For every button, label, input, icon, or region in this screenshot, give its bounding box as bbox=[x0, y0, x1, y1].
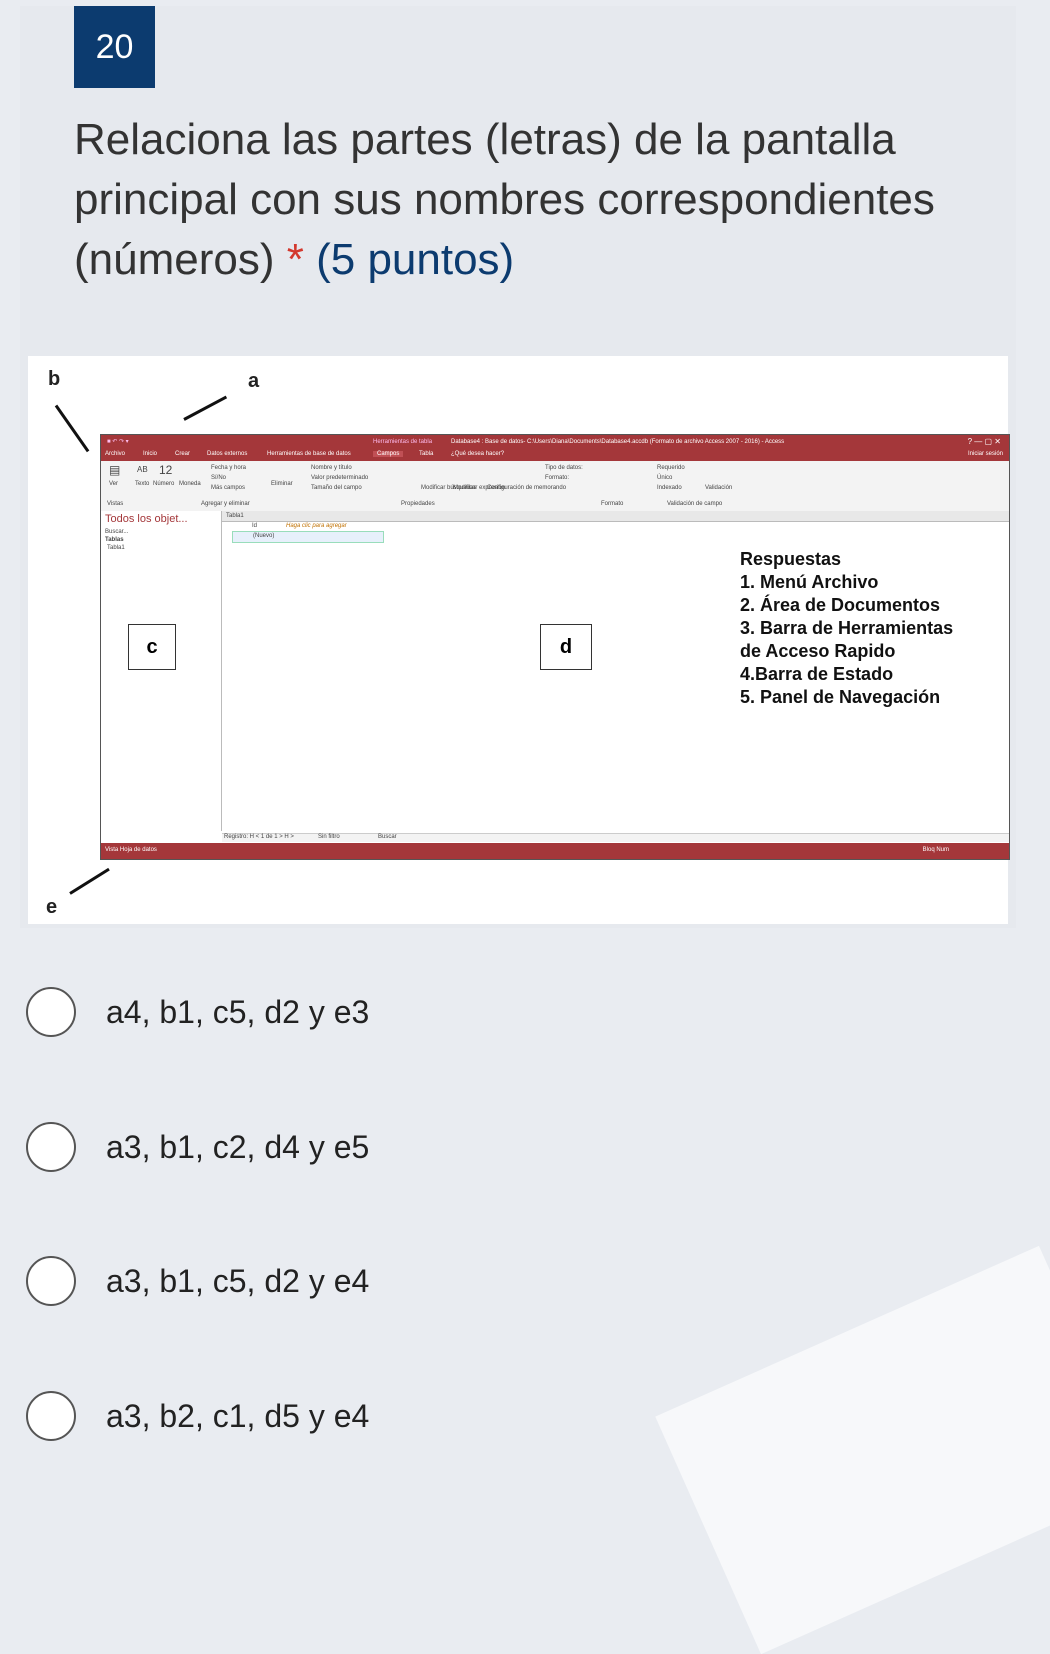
required-mark: * bbox=[286, 235, 304, 284]
radio-button[interactable] bbox=[26, 1122, 76, 1172]
delete-button[interactable]: Eliminar bbox=[271, 481, 293, 487]
date-button[interactable]: Fecha y hora bbox=[211, 465, 246, 471]
nav-section[interactable]: Tablas bbox=[105, 537, 124, 543]
tab-datos-externos[interactable]: Datos externos bbox=[207, 451, 247, 457]
ribbon: ▤ AB 12 Ver Texto Número Moneda Fecha y … bbox=[101, 461, 1009, 512]
more-fields-button[interactable]: Más campos bbox=[211, 485, 245, 491]
data-type-label: Tipo de datos: bbox=[545, 465, 583, 471]
tab-archivo[interactable]: Archivo bbox=[105, 451, 125, 457]
answer-4: 4.Barra de Estado bbox=[740, 664, 894, 684]
ribbon-tabs: Archivo Inicio Crear Datos externos Herr… bbox=[101, 449, 1009, 461]
option-label[interactable]: a3, b2, c1, d5 y e4 bbox=[106, 1398, 369, 1435]
answer-3: 3. Barra de Herramientas bbox=[740, 618, 954, 638]
number-field-button[interactable]: 12 bbox=[159, 463, 172, 477]
tab-crear[interactable]: Crear bbox=[175, 451, 190, 457]
view-icon: ▤ bbox=[109, 463, 121, 477]
question-number: 20 bbox=[74, 6, 155, 88]
tab-tabla[interactable]: Tabla bbox=[419, 451, 433, 457]
points-label: (5 puntos) bbox=[316, 235, 515, 284]
memo-settings-button[interactable]: Configuración de memorando bbox=[487, 485, 566, 491]
status-left: Vista Hoja de datos bbox=[105, 847, 157, 853]
text-button[interactable]: Texto bbox=[135, 481, 149, 487]
view-button[interactable]: Ver bbox=[109, 481, 118, 487]
tab-campos[interactable]: Campos bbox=[373, 451, 404, 457]
radio-button[interactable] bbox=[26, 1391, 76, 1441]
question-title: Relaciona las partes (letras) de la pant… bbox=[74, 110, 974, 290]
option-label[interactable]: a3, b1, c2, d4 y e5 bbox=[106, 1129, 369, 1166]
label-a: a bbox=[248, 370, 260, 392]
radio-button[interactable] bbox=[26, 987, 76, 1037]
tools-label: Herramientas de tabla bbox=[373, 439, 433, 445]
label-e: e bbox=[46, 896, 58, 918]
answers-title: Respuestas bbox=[740, 549, 842, 569]
window-controls[interactable]: ? — ▢ ✕ bbox=[968, 437, 1001, 446]
answer-1: 1. Menú Archivo bbox=[740, 572, 879, 592]
signin-link[interactable]: Iniciar sesión bbox=[968, 451, 1003, 457]
label-c: c bbox=[128, 624, 176, 670]
title-bar: ■ ↶ ↷ ▾ Herramientas de tabla Database4 … bbox=[101, 435, 1009, 449]
status-right: Bloq Num bbox=[922, 847, 949, 853]
navigation-pane: Todos los objet... Buscar... Tablas Tabl… bbox=[101, 511, 222, 831]
status-bar: Vista Hoja de datos Bloq Num bbox=[101, 843, 1009, 859]
label-d: d bbox=[540, 624, 592, 670]
search-box[interactable]: Buscar bbox=[378, 834, 397, 840]
radio-button[interactable] bbox=[26, 1256, 76, 1306]
currency-button[interactable]: Moneda bbox=[179, 481, 201, 487]
validation-button[interactable]: Validación bbox=[705, 485, 732, 491]
answers-list: Respuestas 1. Menú Archivo 2. Área de Do… bbox=[740, 548, 953, 709]
nav-title[interactable]: Todos los objet... bbox=[105, 513, 188, 525]
option-label[interactable]: a3, b1, c5, d2 y e4 bbox=[106, 1263, 369, 1300]
tab-herramientas-bd[interactable]: Herramientas de base de datos bbox=[267, 451, 351, 457]
column-id[interactable]: Id bbox=[252, 523, 257, 529]
quick-access-toolbar: ■ ↶ ↷ ▾ bbox=[107, 439, 129, 445]
default-value-button[interactable]: Valor predeterminado bbox=[311, 475, 368, 481]
option-4[interactable]: a3, b2, c1, d5 y e4 bbox=[26, 1389, 369, 1443]
answer-2: 2. Área de Documentos bbox=[740, 595, 941, 615]
number-button[interactable]: Número bbox=[153, 481, 174, 487]
answer-5: 5. Panel de Navegación bbox=[740, 687, 941, 707]
group-properties: Propiedades bbox=[401, 501, 435, 507]
format-label: Formato: bbox=[545, 475, 570, 481]
name-caption-button[interactable]: Nombre y título bbox=[311, 465, 352, 471]
nav-item-tabla1[interactable]: Tabla1 bbox=[107, 545, 125, 551]
record-nav-label[interactable]: Registro: H < 1 de 1 > H > bbox=[224, 834, 294, 840]
window-title: Database4 : Base de datos- C:\Users\Dian… bbox=[451, 439, 785, 445]
background-decoration bbox=[655, 1245, 1050, 1654]
doc-tabstrip: Tabla1 bbox=[222, 511, 1009, 522]
tab-inicio[interactable]: Inicio bbox=[143, 451, 157, 457]
nav-search[interactable]: Buscar... bbox=[105, 529, 128, 535]
table-row[interactable]: (Nuevo) bbox=[232, 531, 384, 543]
option-2[interactable]: a3, b1, c2, d4 y e5 bbox=[26, 1120, 369, 1174]
doc-tab-tabla1[interactable]: Tabla1 bbox=[226, 513, 244, 519]
required-checkbox[interactable]: Requerido bbox=[657, 465, 685, 471]
yesno-button[interactable]: Sí/No bbox=[211, 475, 226, 481]
group-add-delete: Agregar y eliminar bbox=[201, 501, 250, 507]
group-format: Formato bbox=[601, 501, 624, 507]
group-views: Vistas bbox=[107, 501, 124, 507]
column-add[interactable]: Haga clic para agregar bbox=[286, 523, 347, 529]
tell-me-input[interactable]: ¿Qué desea hacer? bbox=[451, 451, 504, 457]
label-b: b bbox=[48, 368, 61, 390]
option-3[interactable]: a3, b1, c5, d2 y e4 bbox=[26, 1254, 369, 1308]
field-size-button[interactable]: Tamaño del campo bbox=[311, 485, 362, 491]
option-1[interactable]: a4, b1, c5, d2 y e3 bbox=[26, 985, 369, 1039]
text-field-button[interactable]: AB bbox=[137, 465, 148, 474]
indexed-checkbox[interactable]: Indexado bbox=[657, 485, 682, 491]
filter-label[interactable]: Sin filtro bbox=[318, 834, 340, 840]
new-record-cell[interactable]: (Nuevo) bbox=[253, 533, 274, 539]
record-navigation: Registro: H < 1 de 1 > H > Sin filtro Bu… bbox=[222, 833, 1009, 842]
group-validation: Validación de campo bbox=[667, 501, 723, 507]
answer-3b: de Acceso Rapido bbox=[740, 641, 896, 661]
option-label[interactable]: a4, b1, c5, d2 y e3 bbox=[106, 994, 369, 1031]
unique-checkbox[interactable]: Único bbox=[657, 475, 672, 481]
